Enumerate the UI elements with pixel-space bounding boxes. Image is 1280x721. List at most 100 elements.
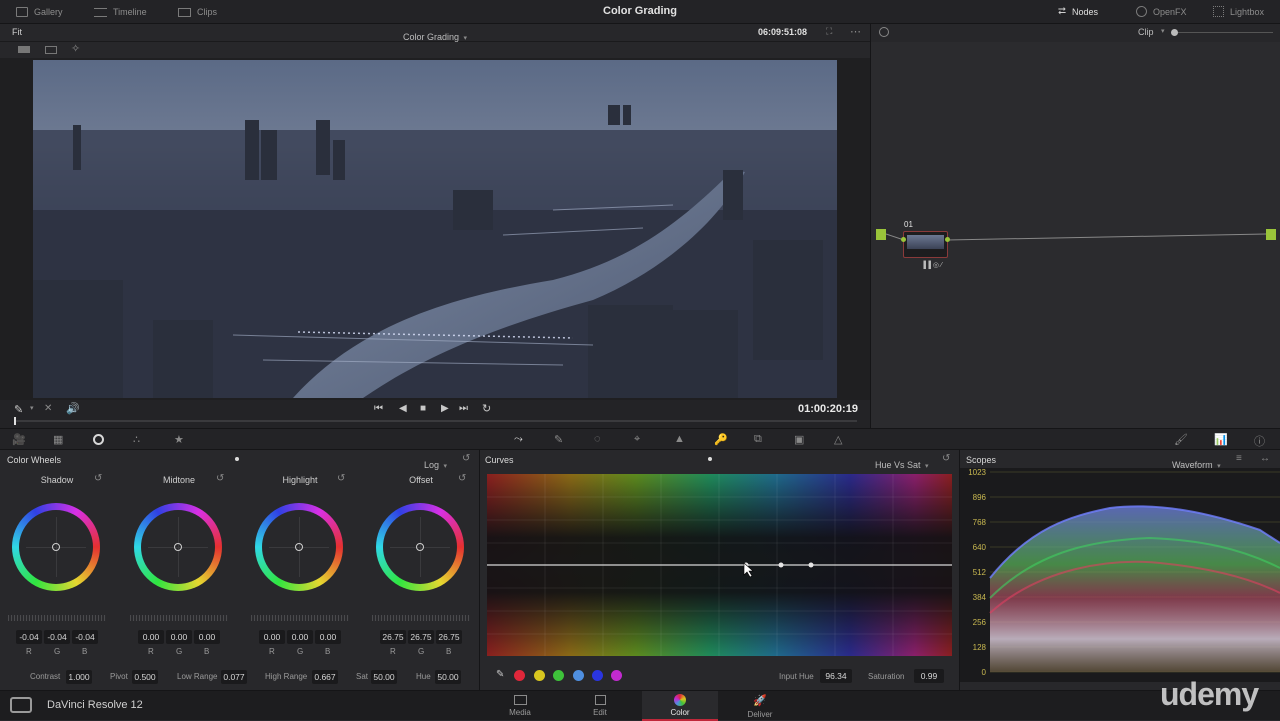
master-wheel[interactable] bbox=[130, 615, 228, 621]
fit-dropdown[interactable]: Fit bbox=[12, 27, 22, 37]
bypass-icon[interactable]: ✕ bbox=[44, 403, 52, 414]
wheel-puck[interactable] bbox=[295, 543, 303, 551]
color-wheels-icon[interactable] bbox=[93, 434, 104, 445]
reset-icon[interactable]: ↺ bbox=[337, 473, 345, 484]
swatch-magenta[interactable] bbox=[611, 670, 622, 681]
reset-icon[interactable]: ↺ bbox=[94, 473, 102, 484]
stop-icon[interactable]: ■ bbox=[420, 403, 426, 414]
tab-nodes[interactable]: ⮂ Nodes bbox=[1058, 6, 1098, 17]
swatch-blue[interactable] bbox=[592, 670, 603, 681]
view-mode-icon[interactable] bbox=[18, 46, 30, 53]
value-g[interactable]: 0.00 bbox=[166, 630, 192, 644]
more-options-icon[interactable]: ⋯ bbox=[850, 25, 861, 38]
eyedropper-icon[interactable]: ✎ bbox=[496, 669, 504, 680]
node-bypass-icon[interactable] bbox=[879, 27, 889, 37]
curves-icon[interactable]: ⤳ bbox=[514, 433, 523, 446]
tab-timeline[interactable]: Timeline bbox=[94, 6, 147, 18]
scrubber-track[interactable] bbox=[14, 420, 857, 422]
reset-icon[interactable]: ↺ bbox=[216, 473, 224, 484]
camera-raw-icon[interactable]: 🎥 bbox=[12, 433, 26, 446]
blur-icon[interactable]: ▲ bbox=[674, 433, 685, 445]
node-input-dot bbox=[901, 237, 906, 242]
tab-clips[interactable]: Clips bbox=[178, 6, 217, 18]
value-b[interactable]: -0.04 bbox=[72, 630, 98, 644]
value-g[interactable]: -0.04 bbox=[44, 630, 70, 644]
zoom-slider[interactable] bbox=[1173, 32, 1273, 33]
color-match-icon[interactable]: ▦ bbox=[53, 433, 63, 446]
value-b[interactable]: 26.75 bbox=[436, 630, 462, 644]
node-editor[interactable]: 01 ▐▐ ◎ ⁄ bbox=[870, 42, 1280, 428]
scope-expand-icon[interactable]: ↔ bbox=[1260, 453, 1270, 464]
node-mode-dropdown[interactable]: Clip bbox=[1138, 27, 1154, 37]
sizing-icon[interactable]: ⧉ bbox=[754, 433, 762, 446]
view-split-icon[interactable] bbox=[45, 46, 57, 54]
stereo-icon[interactable]: △ bbox=[834, 433, 842, 446]
page-deliver[interactable]: 🚀 Deliver bbox=[740, 691, 780, 721]
low-range-value[interactable]: 0.077 bbox=[221, 670, 247, 684]
eyedropper-icon[interactable]: ✎ bbox=[14, 403, 23, 416]
tab-gallery[interactable]: Gallery bbox=[16, 6, 63, 18]
curve-graph[interactable] bbox=[487, 474, 952, 656]
wheel-puck[interactable] bbox=[416, 543, 424, 551]
play-reverse-icon[interactable]: ◀ bbox=[399, 403, 407, 414]
node-01[interactable] bbox=[903, 231, 948, 258]
master-wheel[interactable] bbox=[8, 615, 106, 621]
qualifier-icon[interactable]: ✎ bbox=[554, 433, 563, 446]
tracker-icon[interactable]: ⌖ bbox=[634, 433, 640, 446]
page-edit[interactable]: Edit bbox=[580, 691, 620, 721]
swatch-red[interactable] bbox=[514, 670, 525, 681]
curves-mode-dropdown[interactable]: Hue Vs Sat ▾ bbox=[875, 455, 929, 473]
swatch-green[interactable] bbox=[553, 670, 564, 681]
swatch-cyan[interactable] bbox=[573, 670, 584, 681]
viewer-image[interactable] bbox=[33, 60, 837, 398]
paint-icon[interactable]: 🖌 bbox=[1174, 433, 1188, 446]
expand-icon[interactable]: ⛶ bbox=[826, 26, 832, 37]
value-b[interactable]: 0.00 bbox=[315, 630, 341, 644]
reset-icon[interactable]: ↺ bbox=[942, 453, 950, 464]
value-b[interactable]: 0.00 bbox=[194, 630, 220, 644]
pivot-value[interactable]: 0.500 bbox=[132, 670, 158, 684]
contrast-value[interactable]: 1.000 bbox=[66, 670, 92, 684]
info-icon[interactable]: ⓘ bbox=[1254, 433, 1265, 449]
wheel-puck[interactable] bbox=[174, 543, 182, 551]
value-r[interactable]: 26.75 bbox=[380, 630, 406, 644]
value-r[interactable]: -0.04 bbox=[16, 630, 42, 644]
3d-icon[interactable]: ▣ bbox=[794, 433, 804, 446]
swatch-yellow[interactable] bbox=[534, 670, 545, 681]
reset-icon[interactable]: ↺ bbox=[462, 453, 470, 464]
rgb-mixer-icon[interactable]: ∴ bbox=[133, 433, 140, 446]
pivot-label: Pivot bbox=[110, 672, 128, 681]
skip-forward-icon[interactable]: ⏭ bbox=[459, 403, 468, 414]
loop-icon[interactable]: ↻ bbox=[482, 402, 491, 415]
highlight-wand-icon[interactable]: ✧ bbox=[71, 42, 80, 55]
page-media[interactable]: Media bbox=[500, 691, 540, 721]
saturation-value[interactable]: 0.99 bbox=[914, 669, 944, 683]
input-hue-value[interactable]: 96.34 bbox=[820, 669, 852, 683]
skip-back-icon[interactable]: ⏮ bbox=[374, 403, 383, 414]
play-icon[interactable]: ▶ bbox=[441, 403, 449, 414]
motion-effects-icon[interactable]: ★ bbox=[174, 433, 184, 446]
page-color[interactable]: Color bbox=[642, 691, 718, 721]
scope-tick-label: 640 bbox=[972, 543, 986, 552]
scopes-icon[interactable]: 📊 bbox=[1214, 433, 1228, 446]
hue-value[interactable]: 50.00 bbox=[435, 670, 461, 684]
audio-icon[interactable]: 🔊 bbox=[66, 402, 80, 415]
sat-value[interactable]: 50.00 bbox=[371, 670, 397, 684]
value-r[interactable]: 0.00 bbox=[138, 630, 164, 644]
master-wheel[interactable] bbox=[251, 615, 349, 621]
wheel-puck[interactable] bbox=[52, 543, 60, 551]
key-icon[interactable]: 🔑 bbox=[714, 433, 728, 446]
value-g[interactable]: 0.00 bbox=[287, 630, 313, 644]
scope-settings-icon[interactable]: ≡ bbox=[1236, 453, 1242, 464]
high-range-value[interactable]: 0.667 bbox=[312, 670, 338, 684]
tab-lightbox[interactable]: Lightbox bbox=[1213, 6, 1264, 17]
reset-icon[interactable]: ↺ bbox=[458, 473, 466, 484]
value-g[interactable]: 26.75 bbox=[408, 630, 434, 644]
zoom-slider-knob[interactable] bbox=[1171, 29, 1178, 36]
chevron-down-icon[interactable]: ▾ bbox=[30, 404, 34, 412]
tab-openfx[interactable]: OpenFX bbox=[1136, 6, 1187, 17]
window-icon[interactable]: ◌ bbox=[594, 433, 601, 445]
value-r[interactable]: 0.00 bbox=[259, 630, 285, 644]
scrubber-playhead[interactable] bbox=[14, 417, 16, 425]
master-wheel[interactable] bbox=[372, 615, 470, 621]
